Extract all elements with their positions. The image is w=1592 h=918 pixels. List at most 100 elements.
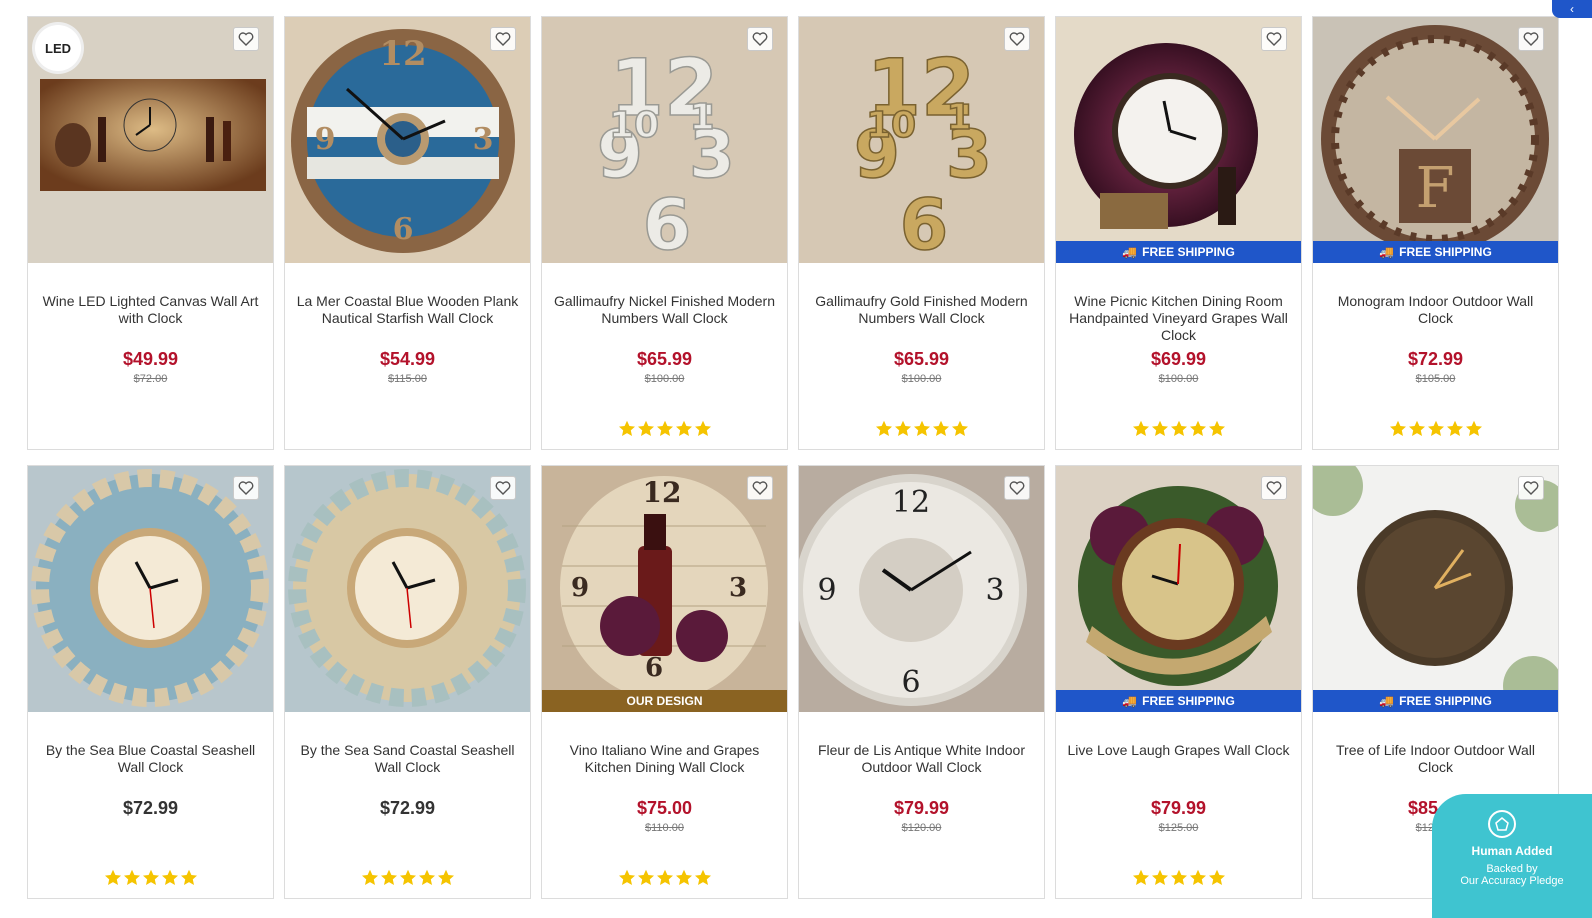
product-name[interactable]: La Mer Coastal Blue Wooden Plank Nautica…: [295, 293, 520, 327]
product-name[interactable]: Fleur de Lis Antique White Indoor Outdoo…: [809, 742, 1034, 776]
star-icon: [1170, 420, 1187, 436]
product-image[interactable]: 🚚 FREE SHIPPING: [1056, 466, 1301, 712]
star-icon: [951, 420, 968, 436]
favorite-heart-icon[interactable]: [233, 476, 259, 500]
product-name[interactable]: By the Sea Blue Coastal Seashell Wall Cl…: [38, 742, 263, 776]
star-rating: [1056, 420, 1301, 437]
collapse-panel-button[interactable]: ‹: [1552, 0, 1592, 18]
favorite-heart-icon[interactable]: [1261, 476, 1287, 500]
product-card[interactable]: 12 9 3 6 10 1 Gallimaufry Gold Finished …: [798, 16, 1045, 450]
product-image[interactable]: 12 9 3 6 OUR DESIGN: [542, 466, 787, 712]
our-design-badge: OUR DESIGN: [542, 690, 787, 712]
star-icon: [1132, 869, 1149, 885]
star-icon: [1389, 420, 1406, 436]
favorite-heart-icon[interactable]: [1261, 27, 1287, 51]
star-icon: [637, 869, 654, 885]
svg-text:6: 6: [393, 212, 414, 247]
star-icon: [1151, 420, 1168, 436]
svg-text:3: 3: [729, 573, 747, 603]
product-image[interactable]: 🚚 FREE SHIPPING: [1313, 466, 1558, 712]
sale-price: $79.99: [893, 798, 950, 818]
truck-icon: 🚚: [1379, 694, 1395, 708]
favorite-heart-icon[interactable]: [747, 476, 773, 500]
svg-text:6: 6: [643, 184, 692, 263]
star-icon: [361, 869, 378, 885]
favorite-heart-icon[interactable]: [1004, 476, 1030, 500]
star-icon: [913, 420, 930, 436]
product-image[interactable]: [28, 466, 273, 712]
product-card[interactable]: F 🚚 FREE SHIPPING Monogram Indoor Outdoor…: [1312, 16, 1559, 450]
star-rating: [1313, 420, 1558, 437]
product-name[interactable]: By the Sea Sand Coastal Seashell Wall Cl…: [295, 742, 520, 776]
favorite-heart-icon[interactable]: [1518, 27, 1544, 51]
sale-price: $65.99: [636, 349, 693, 369]
star-icon: [637, 420, 654, 436]
star-icon: [1427, 420, 1444, 436]
star-icon: [1408, 420, 1425, 436]
svg-text:9: 9: [315, 122, 336, 157]
original-price: $100.00: [1158, 373, 1199, 385]
product-name[interactable]: Tree of Life Indoor Outdoor Wall Clock: [1323, 742, 1548, 776]
product-name[interactable]: Monogram Indoor Outdoor Wall Clock: [1323, 293, 1548, 327]
star-icon: [675, 420, 692, 436]
sale-price: $69.99: [1150, 349, 1207, 369]
favorite-heart-icon[interactable]: [1004, 27, 1030, 51]
product-card[interactable]: LED Wine LED Lighted Canvas Wall Art wit…: [27, 16, 274, 450]
product-card[interactable]: By the Sea Sand Coastal Seashell Wall Cl…: [284, 465, 531, 899]
favorite-heart-icon[interactable]: [747, 27, 773, 51]
product-image[interactable]: 12 9 3 6: [799, 466, 1044, 712]
free-shipping-badge: 🚚 FREE SHIPPING: [1313, 241, 1558, 263]
sale-price: $54.99: [379, 349, 436, 369]
star-icon: [1446, 420, 1463, 436]
product-grid: LED Wine LED Lighted Canvas Wall Art wit…: [27, 16, 1559, 899]
star-icon: [1189, 869, 1206, 885]
product-card[interactable]: 🚚 FREE SHIPPING Wine Picnic Kitchen Dinin…: [1055, 16, 1302, 450]
price: $72.99: [379, 798, 436, 818]
svg-text:12: 12: [892, 485, 930, 520]
product-image[interactable]: [285, 466, 530, 712]
product-card[interactable]: 12 9 3 6 10 1 Gallimaufry Nickel Finishe…: [541, 16, 788, 450]
product-image[interactable]: 12 9 3 6 10 1: [799, 17, 1044, 263]
original-price: $110.00: [645, 822, 684, 834]
product-name[interactable]: Gallimaufry Gold Finished Modern Numbers…: [809, 293, 1034, 327]
product-card[interactable]: 12 9 3 6 OUR DESIGN Vino Italiano Wine a…: [541, 465, 788, 899]
star-icon: [1465, 420, 1482, 436]
original-price: $115.00: [388, 373, 427, 385]
product-card[interactable]: 🚚 FREE SHIPPING Live Love Laugh Grapes Wa…: [1055, 465, 1302, 899]
product-image[interactable]: 🚚 FREE SHIPPING: [1056, 17, 1301, 263]
sale-price: $49.99: [122, 349, 179, 369]
product-image[interactable]: LED: [28, 17, 273, 263]
svg-text:12: 12: [643, 476, 682, 509]
star-icon: [656, 420, 673, 436]
pledge-icon: [1488, 810, 1516, 838]
favorite-heart-icon[interactable]: [490, 27, 516, 51]
product-name[interactable]: Vino Italiano Wine and Grapes Kitchen Di…: [552, 742, 777, 776]
favorite-heart-icon[interactable]: [490, 476, 516, 500]
svg-text:10: 10: [866, 105, 916, 146]
product-card[interactable]: 12 9 3 6 Fleur de Lis Antique White Indoor …: [798, 465, 1045, 899]
product-name[interactable]: Live Love Laugh Grapes Wall Clock: [1066, 742, 1291, 759]
product-name[interactable]: Wine LED Lighted Canvas Wall Art with Cl…: [38, 293, 263, 327]
favorite-heart-icon[interactable]: [1518, 476, 1544, 500]
pledge-title: Human Added: [1471, 844, 1553, 858]
star-icon: [180, 869, 197, 885]
sale-price: $75.00: [636, 798, 693, 818]
star-icon: [656, 869, 673, 885]
price: $72.99: [122, 798, 179, 818]
product-name[interactable]: Gallimaufry Nickel Finished Modern Numbe…: [552, 293, 777, 327]
svg-text:6: 6: [900, 184, 949, 263]
accuracy-pledge-widget[interactable]: Human Added Backed by Our Accuracy Pledg…: [1432, 794, 1592, 918]
product-image[interactable]: 12 9 3 6 10 1: [542, 17, 787, 263]
star-icon: [894, 420, 911, 436]
product-image[interactable]: 12 9 3 6: [285, 17, 530, 263]
product-name[interactable]: Wine Picnic Kitchen Dining Room Handpain…: [1066, 293, 1291, 344]
product-card[interactable]: 12 9 3 6 La Mer Coastal Blue Wooden Plan…: [284, 16, 531, 450]
star-icon: [875, 420, 892, 436]
product-image[interactable]: F 🚚 FREE SHIPPING: [1313, 17, 1558, 263]
favorite-heart-icon[interactable]: [233, 27, 259, 51]
star-icon: [618, 420, 635, 436]
svg-text:6: 6: [901, 665, 920, 700]
star-icon: [123, 869, 140, 885]
svg-text:1: 1: [946, 97, 971, 138]
product-card[interactable]: By the Sea Blue Coastal Seashell Wall Cl…: [27, 465, 274, 899]
